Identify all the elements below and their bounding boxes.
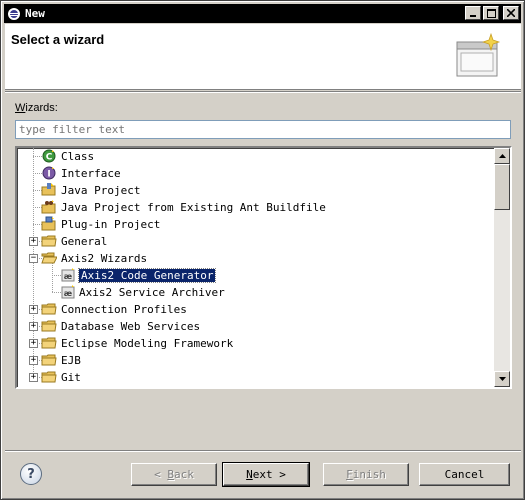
axis2-icon: æ [61, 284, 77, 300]
expand-toggle[interactable]: + [29, 237, 38, 246]
tree-item[interactable]: + Git [19, 369, 495, 386]
finish-button-label: Finish [346, 468, 386, 481]
wizard-tree-list: C Class I Interface Java Project Java Project… [19, 148, 495, 387]
wizard-header: Select a wizard [5, 24, 521, 90]
tree-item-label: EJB [61, 354, 81, 367]
next-button[interactable]: Next > [222, 462, 310, 487]
tree-item[interactable]: + Connection Profiles [19, 301, 495, 318]
tree-item[interactable]: I Interface [19, 165, 495, 182]
class-icon: C [41, 148, 57, 164]
tree-item-label: Java Project from Existing Ant Buildfile [61, 201, 326, 214]
svg-text:I: I [47, 170, 50, 180]
scroll-thumb[interactable] [494, 164, 510, 210]
scroll-down-button[interactable] [494, 371, 510, 387]
page-title: Select a wizard [11, 32, 105, 47]
folder-icon [41, 369, 57, 385]
filter-input[interactable] [19, 123, 507, 136]
tree-item[interactable]: æ Axis2 Code Generator [19, 267, 495, 284]
plugin-project-icon [41, 216, 57, 232]
folder-open-icon [41, 250, 57, 266]
java-project-icon [41, 182, 57, 198]
tree-item-label: Database Web Services [61, 320, 201, 333]
tree-guide-line [52, 292, 61, 293]
tree-item[interactable]: + EJB [19, 352, 495, 369]
ant-project-icon [41, 199, 57, 215]
tree-item[interactable]: + Database Web Services [19, 318, 495, 335]
new-wizard-dialog: New Select a wizard Wizards: type filter… [0, 0, 525, 500]
tree-item-label: Axis2 Service Archiver [79, 286, 225, 299]
maximize-button[interactable] [483, 6, 499, 20]
interface-icon: I [41, 165, 57, 181]
next-button-label: Next > [246, 468, 286, 481]
tree-item[interactable]: æ Axis2 Service Archiver [19, 284, 495, 301]
new-wizard-banner-icon [453, 32, 505, 82]
wizards-label: Wizards: [15, 102, 58, 114]
window-title: New [25, 7, 45, 20]
cancel-button[interactable]: Cancel [419, 463, 510, 486]
tree-item-label: Eclipse Modeling Framework [61, 337, 234, 350]
tree-item[interactable]: + Eclipse Modeling Framework [19, 335, 495, 352]
tree-item-label: Java Project [61, 184, 141, 197]
filter-input-box[interactable] [15, 120, 511, 139]
scroll-up-button[interactable] [494, 148, 510, 164]
svg-text:C: C [46, 153, 53, 163]
close-button[interactable] [503, 6, 519, 20]
tree-item[interactable]: − Axis2 Wizards [19, 250, 495, 267]
folder-icon [41, 301, 57, 317]
expand-toggle[interactable]: + [29, 356, 38, 365]
vertical-scrollbar[interactable] [494, 148, 510, 387]
tree-item[interactable]: C Class [19, 148, 495, 165]
tree-guide-line [52, 275, 61, 276]
expand-toggle[interactable]: + [29, 322, 38, 331]
back-button-label: < Back [154, 468, 194, 481]
expand-toggle[interactable]: + [29, 373, 38, 382]
svg-text:æ: æ [64, 272, 72, 281]
tree-item-label: Interface [61, 167, 121, 180]
cancel-button-label: Cancel [444, 468, 485, 481]
tree-item-label: Axis2 Wizards [61, 252, 148, 265]
tree-item[interactable]: Java Project from Existing Ant Buildfile [19, 199, 495, 216]
finish-button[interactable]: Finish [323, 463, 409, 486]
tree-item-label: Connection Profiles [61, 303, 187, 316]
axis2-icon: æ [61, 267, 77, 283]
folder-icon [41, 335, 57, 351]
svg-text:æ: æ [64, 289, 72, 298]
tree-item[interactable]: Java Project [19, 182, 495, 199]
tree-item-label: Plug-in Project [61, 218, 161, 231]
footer-separator [5, 450, 521, 452]
folder-icon [41, 233, 57, 249]
tree-item-label: Axis2 Code Generator [77, 268, 217, 283]
help-icon[interactable]: ? [20, 463, 42, 485]
expand-toggle[interactable]: + [29, 305, 38, 314]
tree-item-label: Git [61, 371, 81, 384]
tree-item-label: Class [61, 150, 95, 163]
header-separator [5, 91, 521, 93]
tree-item[interactable]: + General [19, 233, 495, 250]
expand-toggle[interactable]: + [29, 339, 38, 348]
minimize-button[interactable] [465, 6, 481, 20]
title-bar[interactable]: New [4, 4, 521, 23]
back-button[interactable]: < Back [131, 463, 217, 486]
collapse-toggle[interactable]: − [29, 254, 38, 263]
tree-item-label: General [61, 235, 108, 248]
folder-icon [41, 352, 57, 368]
tree-item[interactable]: Plug-in Project [19, 216, 495, 233]
eclipse-icon [6, 6, 22, 22]
wizard-tree[interactable]: C Class I Interface Java Project Java Project… [15, 146, 512, 389]
folder-icon [41, 318, 57, 334]
